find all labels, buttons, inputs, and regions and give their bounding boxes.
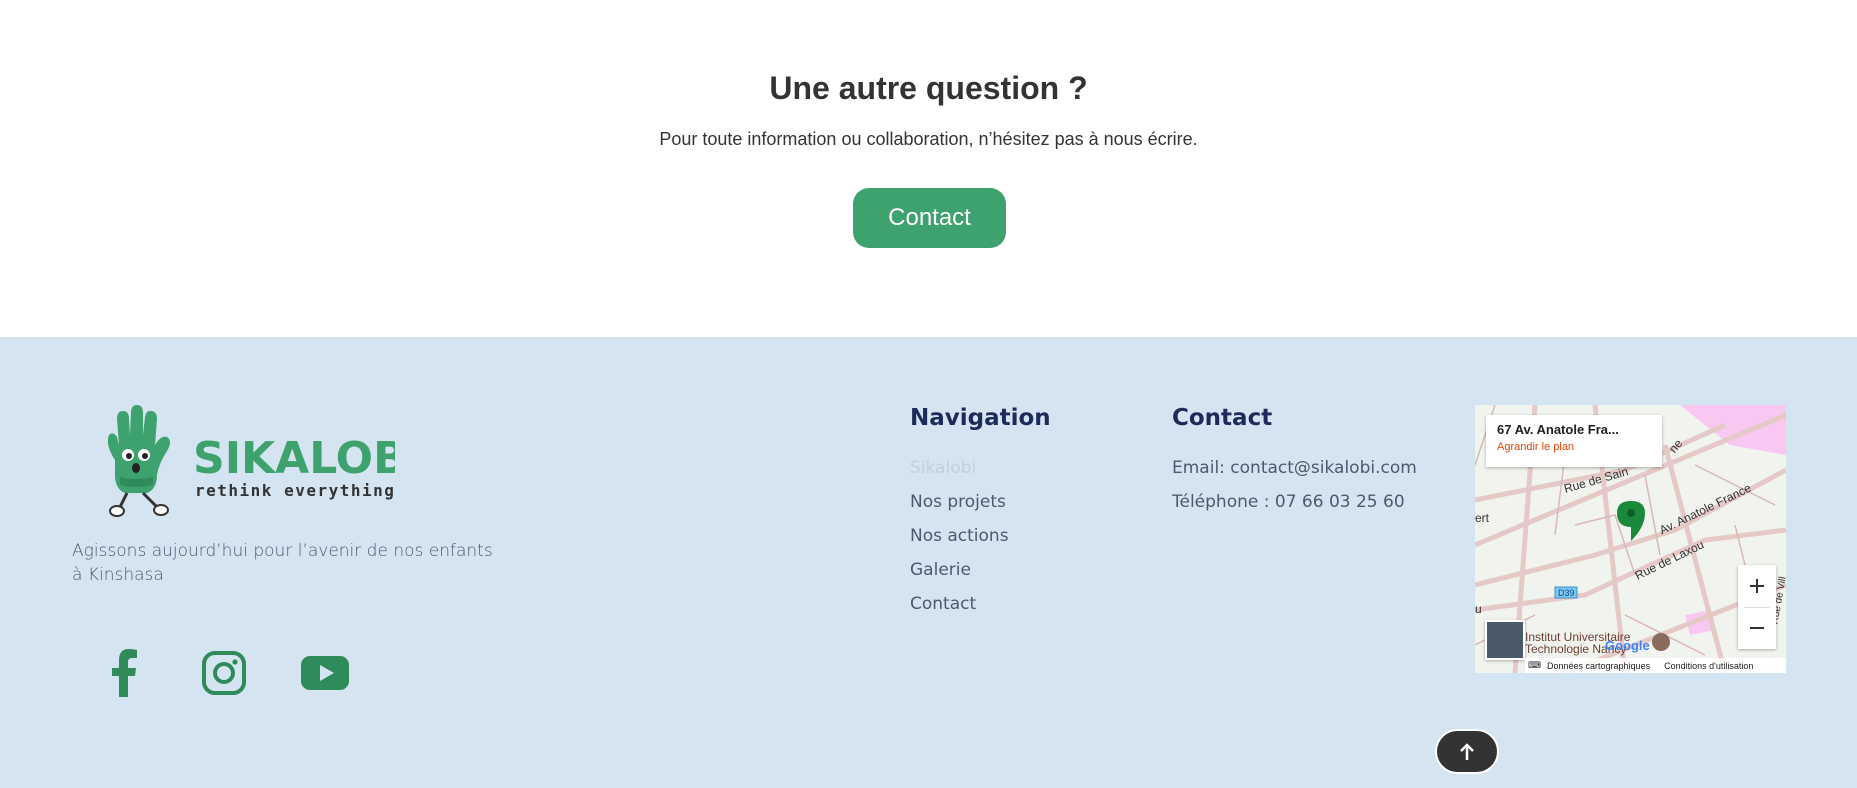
map-street-label: ert bbox=[1475, 511, 1490, 525]
instagram-icon bbox=[202, 651, 246, 695]
contact-button[interactable]: Contact bbox=[853, 188, 1006, 248]
map-data-link[interactable]: Données cartographiques bbox=[1547, 661, 1650, 671]
contact-title: Contact bbox=[1172, 405, 1273, 431]
contact-email[interactable]: Email: contact@sikalobi.com bbox=[1172, 458, 1417, 478]
plus-icon bbox=[1750, 579, 1764, 593]
youtube-icon bbox=[301, 656, 349, 690]
logo-brand-text: SIKALOBi bbox=[193, 433, 395, 484]
minus-icon bbox=[1750, 627, 1764, 629]
back-to-top-button[interactable] bbox=[1435, 729, 1499, 774]
nav-link-sikalobi[interactable]: Sikalobi bbox=[910, 458, 976, 478]
nav-link-contact[interactable]: Contact bbox=[910, 594, 976, 614]
nav-link-nos-actions[interactable]: Nos actions bbox=[910, 526, 1009, 546]
nav-link-galerie[interactable]: Galerie bbox=[910, 560, 971, 580]
instagram-link[interactable] bbox=[197, 646, 251, 700]
keyboard-icon[interactable]: ⌨ bbox=[1528, 660, 1541, 671]
map-road-badge: D39 bbox=[1558, 588, 1575, 598]
sikalobi-logo[interactable]: SIKALOBi rethink everything bbox=[95, 405, 422, 520]
navigation-title: Navigation bbox=[910, 405, 1051, 431]
arrow-up-icon bbox=[1460, 742, 1474, 760]
cta-title: Une autre question ? bbox=[769, 70, 1088, 106]
facebook-link[interactable] bbox=[97, 646, 151, 700]
map-terms-link[interactable]: Conditions d'utilisation bbox=[1664, 661, 1753, 671]
map-place-card: 67 Av. Anatole Fra... Agrandir le plan bbox=[1486, 415, 1662, 467]
cta-section: Une autre question ? Pour toute informat… bbox=[0, 0, 1857, 337]
cta-subtitle: Pour toute information ou collaboration,… bbox=[659, 129, 1198, 149]
map-street-label: u bbox=[1475, 602, 1482, 616]
nav-link-nos-projets[interactable]: Nos projets bbox=[910, 492, 1006, 512]
zoom-in-button[interactable] bbox=[1738, 565, 1776, 607]
google-logo: Google bbox=[1605, 638, 1650, 653]
satellite-toggle[interactable] bbox=[1485, 620, 1525, 660]
map-attribution: ⌨ Données cartographiques Conditions d'u… bbox=[1525, 658, 1786, 673]
youtube-link[interactable] bbox=[298, 646, 352, 700]
map-zoom-controls bbox=[1738, 565, 1776, 649]
facebook-icon bbox=[112, 649, 137, 697]
embedded-map[interactable]: Rue de Sain ne Av. Anatole France Rue de… bbox=[1475, 405, 1786, 673]
contact-phone[interactable]: Téléphone : 07 66 03 25 60 bbox=[1172, 492, 1405, 512]
zoom-out-button[interactable] bbox=[1738, 607, 1776, 649]
logo-mascot-icon: SIKALOBi rethink everything bbox=[107, 405, 422, 517]
map-place-title: 67 Av. Anatole Fra... bbox=[1497, 422, 1619, 437]
footer-tagline: Agissons aujourd’hui pour l’avenir de no… bbox=[72, 541, 493, 585]
logo-slogan-text: rethink everything bbox=[195, 481, 395, 500]
enlarge-map-link[interactable]: Agrandir le plan bbox=[1497, 441, 1651, 453]
